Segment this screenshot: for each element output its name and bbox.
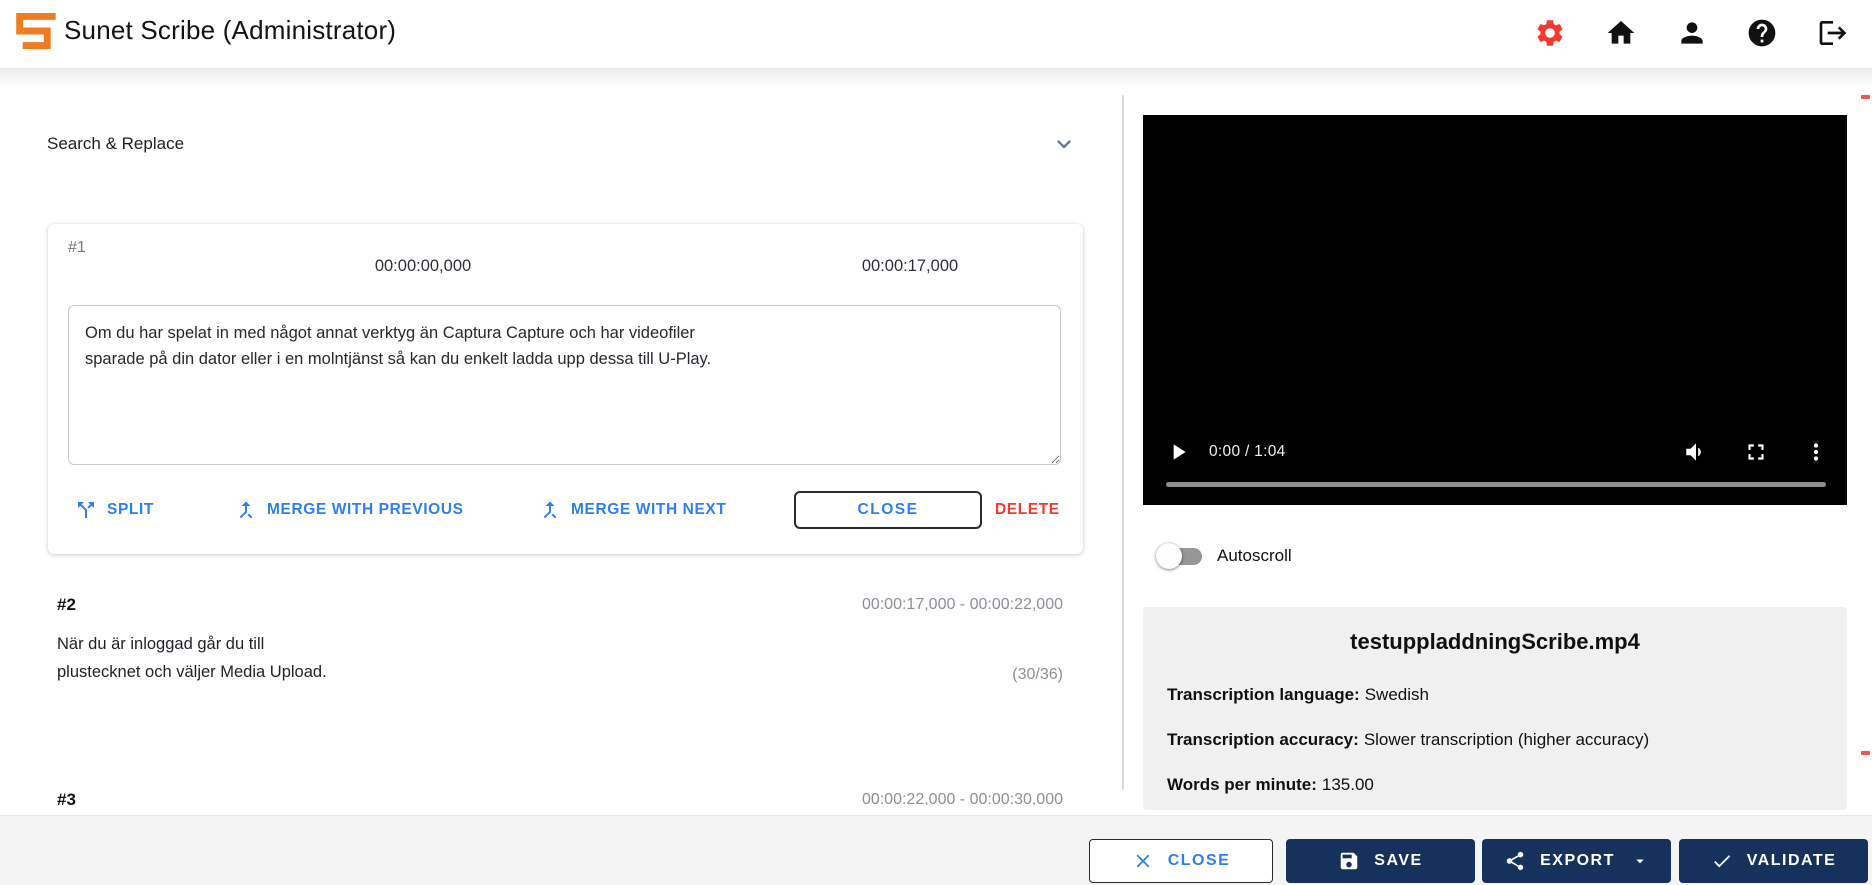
segment-start-time[interactable]: 00:00:00,000 — [375, 257, 471, 276]
segment-text-input[interactable]: Om du har spelat in med något annat verk… — [68, 305, 1061, 465]
detail-value: Swedish — [1364, 685, 1429, 704]
share-icon — [1506, 851, 1524, 871]
autoscroll-control: Autoscroll — [1156, 541, 1292, 571]
dropdown-caret-icon — [1636, 859, 1644, 864]
autoscroll-label: Autoscroll — [1217, 546, 1292, 565]
detail-label: Transcription language: — [1167, 685, 1360, 704]
profile-person-icon[interactable] — [1676, 17, 1708, 49]
settings-gear-icon[interactable] — [1534, 17, 1566, 49]
transcript-panel: Search & Replace #1 00:00:00,000 00:00:1… — [0, 90, 1122, 805]
save-disk-icon — [1341, 852, 1358, 870]
segment-number: #2 — [57, 595, 76, 614]
segment-number: #1 — [68, 239, 86, 256]
logout-icon[interactable] — [1817, 17, 1849, 49]
detail-label: Transcription accuracy: — [1167, 730, 1359, 749]
validate-label: VALIDATE — [1746, 852, 1837, 869]
panel-scrollbar[interactable] — [1122, 95, 1124, 790]
video-time-display: 0:00 / 1:04 — [1209, 443, 1286, 460]
export-button[interactable]: EXPORT — [1482, 839, 1671, 883]
segment-delete-button[interactable]: DELETE — [995, 491, 1060, 529]
merge-previous-label: MERGE WITH PREVIOUS — [267, 501, 464, 518]
close-label: CLOSE — [1167, 852, 1231, 869]
video-player[interactable]: 0:00 / 1:04 — [1143, 115, 1847, 505]
home-icon[interactable] — [1605, 17, 1637, 49]
media-detail-row: Words per minute: 135.00 — [1167, 775, 1374, 795]
segment-end-time[interactable]: 00:00:17,000 — [862, 257, 958, 276]
save-label: SAVE — [1374, 852, 1423, 869]
app-window: Sunet Scribe (Administrator) Search & Re… — [0, 0, 1872, 885]
more-options-icon[interactable] — [1803, 439, 1829, 465]
check-icon — [1713, 855, 1730, 868]
validate-button[interactable]: VALIDATE — [1679, 839, 1868, 883]
toggle-thumb — [1156, 543, 1182, 569]
autoscroll-toggle[interactable] — [1156, 543, 1202, 569]
header-bar: Sunet Scribe (Administrator) — [0, 0, 1872, 69]
search-replace-label: Search & Replace — [47, 134, 185, 153]
detail-value: Slower transcription (higher accuracy) — [1363, 730, 1650, 749]
split-button[interactable]: SPLIT — [74, 491, 154, 529]
volume-icon[interactable] — [1683, 439, 1709, 465]
media-detail-row: Transcription accuracy: Slower transcript… — [1167, 730, 1649, 750]
merge-icon — [239, 501, 253, 519]
segment-close-label: CLOSE — [857, 501, 919, 518]
page-title: Sunet Scribe (Administrator) — [64, 15, 397, 45]
sunet-logo-icon — [16, 12, 56, 50]
segment-actions: SPLIT MERGE WITH PREVIOUS MERGE WITH NEX… — [48, 491, 1083, 529]
split-label: SPLIT — [107, 501, 154, 518]
segment-number: #3 — [57, 790, 76, 805]
segment-close-button[interactable]: CLOSE — [794, 491, 982, 529]
merge-next-label: MERGE WITH NEXT — [571, 501, 727, 518]
fullscreen-icon[interactable] — [1743, 439, 1769, 465]
media-info-card: testuppladdningScribe.mp4 Transcription … — [1143, 607, 1847, 810]
segment-delete-label: DELETE — [995, 501, 1060, 518]
close-x-icon — [1136, 854, 1150, 868]
media-filename: testuppladdningScribe.mp4 — [1350, 629, 1640, 654]
merge-previous-button[interactable]: MERGE WITH PREVIOUS — [234, 491, 464, 529]
footer-bar: CLOSE SAVE EXPORT VALIDATE — [0, 815, 1872, 885]
edge-marker — [1861, 95, 1870, 99]
video-progress-bar[interactable] — [1166, 482, 1826, 487]
close-button[interactable]: CLOSE — [1089, 839, 1273, 883]
merge-next-button[interactable]: MERGE WITH NEXT — [538, 491, 726, 529]
chevron-down-icon[interactable] — [1050, 130, 1078, 158]
segment-editor-card: #1 00:00:00,000 00:00:17,000 Om du har s… — [48, 224, 1083, 554]
media-detail-row: Transcription language: Swedish — [1167, 685, 1429, 705]
segment-time-range: 00:00:17,000 - 00:00:22,000 — [861, 596, 1063, 613]
segment-text-line: plustecknet och väljer Media Upload. — [57, 663, 327, 681]
segment-time-range: 00:00:22,000 - 00:00:30,000 — [861, 791, 1063, 805]
help-icon[interactable] — [1746, 17, 1778, 49]
header-divider — [0, 69, 1872, 89]
segment-text-line: När du är inloggad går du till — [57, 635, 265, 653]
play-icon[interactable] — [1165, 439, 1191, 465]
save-button[interactable]: SAVE — [1286, 839, 1475, 883]
video-controls-bar: 0:00 / 1:04 — [1143, 435, 1847, 469]
split-icon — [78, 502, 94, 518]
edge-marker — [1861, 751, 1870, 755]
detail-value: 135.00 — [1321, 775, 1374, 794]
detail-label: Words per minute: — [1167, 775, 1317, 794]
segment-char-count: (30/36) — [1012, 666, 1063, 683]
export-label: EXPORT — [1540, 852, 1615, 869]
merge-icon — [543, 501, 557, 519]
